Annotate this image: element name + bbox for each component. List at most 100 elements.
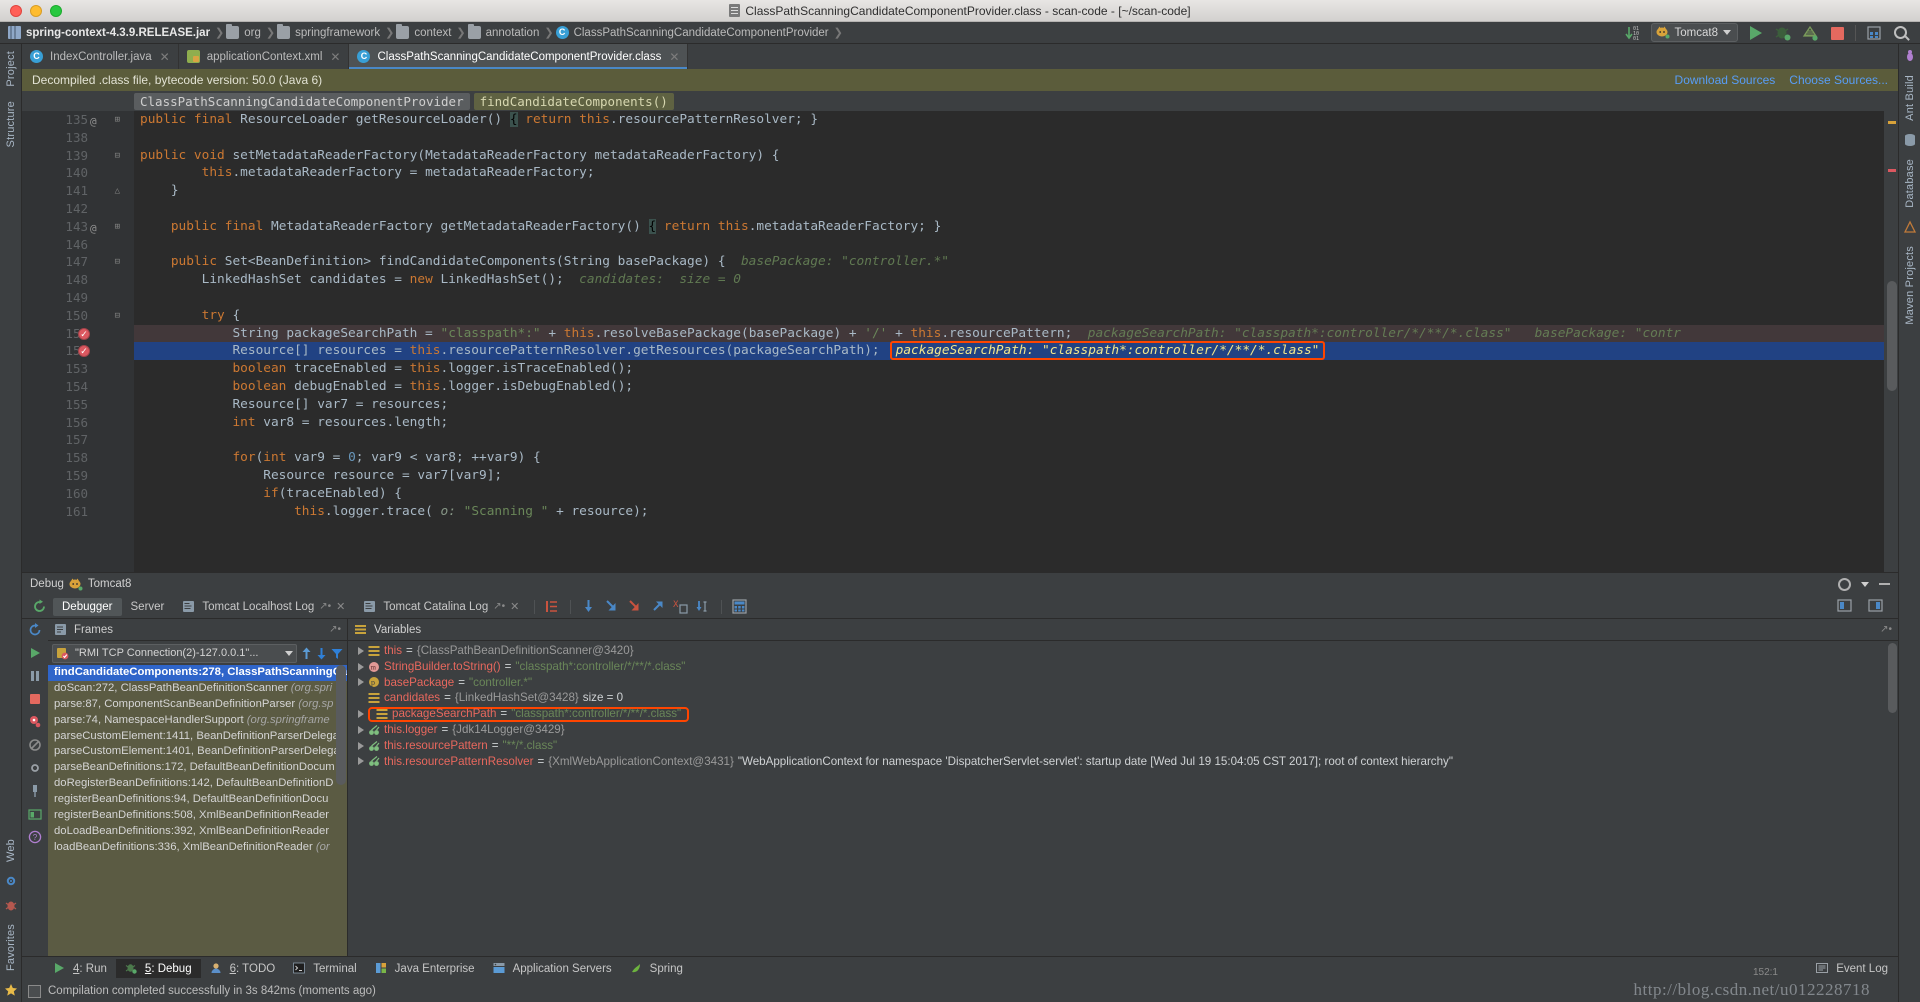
chevron-down-icon[interactable] xyxy=(285,650,293,656)
hide-window-icon[interactable] xyxy=(1879,583,1890,585)
ant-icon[interactable] xyxy=(1903,49,1917,63)
pin-icon[interactable]: ↗• xyxy=(493,601,505,612)
rerun-icon[interactable] xyxy=(28,623,42,637)
expand-triangle-icon[interactable] xyxy=(358,741,364,750)
drop-frame-icon[interactable]: X xyxy=(672,598,689,615)
stop-button[interactable] xyxy=(1828,24,1846,42)
stop-icon[interactable] xyxy=(28,692,42,706)
fold-marker-icon[interactable]: ⊟ xyxy=(111,151,120,161)
breadcrumb-item-springframework[interactable]: springframework xyxy=(277,24,383,39)
code-line[interactable]: public final MetadataReaderFactory getMe… xyxy=(134,218,1884,236)
help-icon[interactable]: ? xyxy=(28,830,42,844)
star-icon[interactable] xyxy=(4,983,18,997)
tool-button-java-enterprise[interactable]: Java Enterprise xyxy=(366,959,484,978)
frame-row[interactable]: parse:87, ComponentScanBeanDefinitionPar… xyxy=(48,697,347,713)
code-line[interactable]: } xyxy=(134,182,1884,200)
expand-triangle-icon[interactable] xyxy=(358,662,364,671)
fold-marker-icon[interactable]: ⊞ xyxy=(111,116,120,125)
code-line[interactable]: LinkedHashSet candidates = new LinkedHas… xyxy=(134,271,1884,289)
code-line[interactable]: this.metadataReaderFactory = metadataRea… xyxy=(134,164,1884,182)
editor-tab-applicationcontext[interactable]: applicationContext.xml ✕ xyxy=(179,44,350,69)
rerun-icon[interactable] xyxy=(32,599,47,614)
editor-tab-classpathscanning[interactable]: C ClassPathScanningCandidateComponentPro… xyxy=(349,44,689,69)
window-controls[interactable] xyxy=(0,4,62,17)
fold-marker-icon[interactable]: ⊟ xyxy=(111,258,120,267)
chevron-down-icon[interactable] xyxy=(1861,581,1869,587)
restore-layout-icon[interactable] xyxy=(28,807,42,821)
gutter-line[interactable]: 158 xyxy=(22,449,134,467)
choose-sources-link[interactable]: Choose Sources... xyxy=(1789,73,1888,87)
variable-row[interactable]: packageSearchPath = "classpath*:controller… xyxy=(348,706,1898,722)
frame-row[interactable]: registerBeanDefinitions:94, DefaultBeanD… xyxy=(48,792,347,808)
pin-icon[interactable]: ↗• xyxy=(1880,624,1892,635)
frame-row[interactable]: parseBeanDefinitions:172, DefaultBeanDef… xyxy=(48,760,347,776)
gutter-line[interactable]: 147 ⊟ xyxy=(22,253,134,271)
next-frame-icon[interactable] xyxy=(316,647,327,660)
breakpoint-icon[interactable] xyxy=(78,327,90,340)
breakpoint-icon[interactable] xyxy=(78,345,90,358)
gutter-line[interactable]: 138 xyxy=(22,129,134,147)
fold-marker-icon[interactable]: △ xyxy=(111,187,120,196)
close-icon[interactable]: ✕ xyxy=(160,50,170,64)
gutter-line[interactable]: 155 xyxy=(22,396,134,414)
run-configuration-selector[interactable]: Tomcat8 xyxy=(1650,23,1738,42)
frame-row[interactable]: doScan:272, ClassPathBeanDefinitionScann… xyxy=(48,681,347,697)
show-execution-point-icon[interactable] xyxy=(544,598,561,615)
sidebar-item-ant-build[interactable]: Ant Build xyxy=(1901,68,1919,128)
frame-row[interactable]: doLoadBeanDefinitions:392, XmlBeanDefini… xyxy=(48,824,347,840)
tool-button-application-servers[interactable]: Application Servers xyxy=(484,959,621,978)
layout-icon[interactable] xyxy=(1868,598,1885,615)
gutter-line[interactable]: 151 xyxy=(22,325,134,343)
gutter-line[interactable]: 135 @ ⊞ xyxy=(22,111,134,129)
run-button[interactable] xyxy=(1747,24,1765,42)
variable-row[interactable]: this.resourcePattern = "**/*.class" xyxy=(348,738,1898,754)
gutter-line[interactable]: 149 xyxy=(22,289,134,307)
step-out-icon[interactable] xyxy=(649,598,666,615)
minimize-window-button[interactable] xyxy=(30,4,42,17)
gutter-line[interactable]: 148 xyxy=(22,271,134,289)
frame-row[interactable]: findCandidateComponents:278, ClassPathSc… xyxy=(48,665,347,681)
maximize-window-button[interactable] xyxy=(50,4,62,17)
view-breakpoints-icon[interactable] xyxy=(28,715,42,729)
settings-icon[interactable] xyxy=(1837,598,1854,615)
frame-row[interactable]: doRegisterBeanDefinitions:142, DefaultBe… xyxy=(48,776,347,792)
gutter-line[interactable]: 140 xyxy=(22,164,134,182)
close-icon[interactable]: ✕ xyxy=(336,600,345,613)
force-step-into-icon[interactable] xyxy=(626,598,643,615)
gutter-line[interactable]: 152 xyxy=(22,342,134,360)
breadcrumb-item-context[interactable]: context xyxy=(396,24,454,39)
pin-icon[interactable]: ↗• xyxy=(329,624,341,635)
gutter-line[interactable]: 157 xyxy=(22,431,134,449)
gear-icon[interactable] xyxy=(1838,577,1851,591)
code-line[interactable]: public Set<BeanDefinition> findCandidate… xyxy=(134,253,1884,271)
mute-breakpoints-icon[interactable] xyxy=(28,738,42,752)
gutter-line[interactable]: 143 @ ⊞ xyxy=(22,218,134,236)
close-icon[interactable]: ✕ xyxy=(510,600,519,613)
code-line[interactable] xyxy=(134,236,1884,254)
frames-list[interactable]: findCandidateComponents:278, ClassPathSc… xyxy=(48,665,347,956)
code-line[interactable]: String packageSearchPath = "classpath*:"… xyxy=(134,324,1884,343)
gutter-line[interactable]: 160 xyxy=(22,485,134,503)
gutter-line[interactable]: 141 △ xyxy=(22,182,134,200)
tool-button-todo[interactable]: 6: TODO xyxy=(201,959,285,978)
gutter-line[interactable]: 153 xyxy=(22,360,134,378)
gutter-line[interactable]: 139 ⊟ xyxy=(22,147,134,165)
variable-row[interactable]: this.logger = {Jdk14Logger@3429} xyxy=(348,722,1898,738)
variables-scrollbar-thumb[interactable] xyxy=(1888,643,1897,713)
tab-server[interactable]: Server xyxy=(122,598,174,616)
run-to-cursor-icon[interactable] xyxy=(695,598,712,615)
search-everywhere-icon[interactable] xyxy=(1892,24,1910,42)
code-line[interactable]: boolean traceEnabled = this.logger.isTra… xyxy=(134,360,1884,378)
previous-frame-icon[interactable] xyxy=(301,647,312,660)
sidebar-item-favorites[interactable]: Favorites xyxy=(2,917,20,978)
update-running-application-icon[interactable]: 01 10 01 xyxy=(1624,24,1642,42)
close-window-button[interactable] xyxy=(10,4,22,17)
sidebar-item-project[interactable]: Project xyxy=(2,44,20,94)
gutter-line[interactable]: 156 xyxy=(22,414,134,432)
variable-row[interactable]: this.resourcePatternResolver = {XmlWebAppl… xyxy=(348,754,1898,770)
code-line[interactable]: Resource[] var7 = resources; xyxy=(134,396,1884,414)
code-line[interactable]: Resource[] resources = this.resourcePatt… xyxy=(134,341,1884,361)
frame-row[interactable]: registerBeanDefinitions:508, XmlBeanDefi… xyxy=(48,808,347,824)
breadcrumb-item-class[interactable]: C ClassPathScanningCandidateComponentPro… xyxy=(555,26,832,39)
code-line[interactable] xyxy=(134,289,1884,307)
